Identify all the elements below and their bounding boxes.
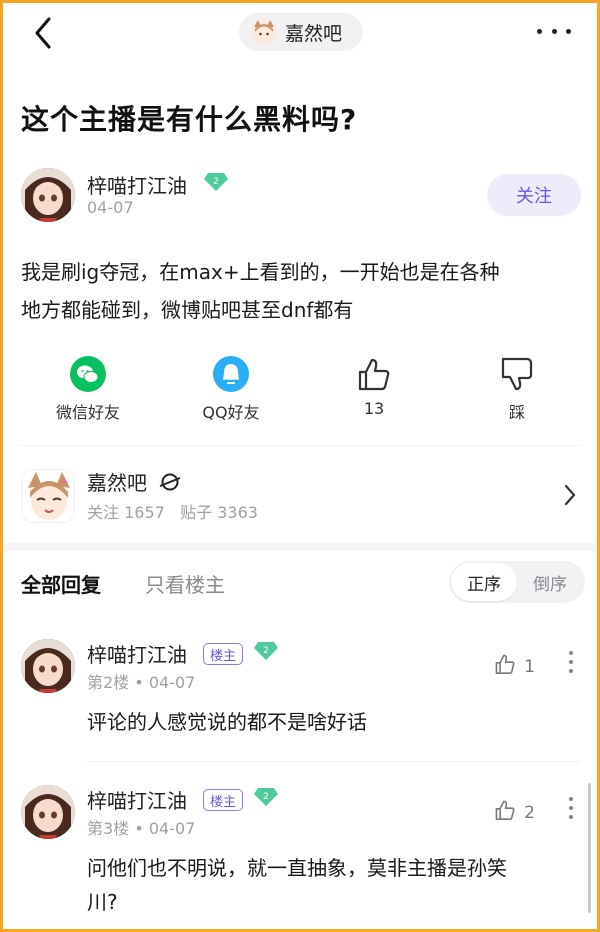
reply-more-icon[interactable] [569, 797, 575, 819]
svg-text:2: 2 [263, 792, 269, 802]
wechat-label: 微信好友 [55, 403, 120, 422]
reply-floor: 第2楼 [87, 673, 130, 692]
forum-card-name: 嘉然吧 [87, 467, 181, 498]
share-wechat-button[interactable]: 微信好友 [18, 355, 158, 423]
reply-item: 梓喵打江油 楼主 2 第2楼 • 04-07 1 评论的人感觉说的都不是啥好话 [21, 639, 585, 749]
post-body-line: 我是刷ig夺冠，在max+上看到的，一开始也是在各种 [21, 260, 500, 284]
sort-toggle: 正序 倒序 [449, 561, 585, 603]
back-icon[interactable] [29, 13, 59, 53]
wechat-icon [18, 355, 158, 393]
follow-button[interactable]: 关注 [487, 174, 581, 216]
dislike-label: 踩 [508, 403, 525, 422]
owner-badge: 楼主 [203, 789, 243, 811]
avatar[interactable] [21, 168, 75, 222]
tab-owner-only[interactable]: 只看楼主 [145, 569, 225, 598]
reply-date: 04-07 [148, 819, 196, 838]
chevron-right-icon [563, 483, 577, 511]
share-action-bar: 微信好友 QQ好友 13 踩 [3, 355, 597, 425]
reply-like-count: 2 [524, 802, 535, 823]
forum-avatar-icon [251, 19, 277, 45]
owner-badge: 楼主 [203, 643, 243, 665]
forum-card[interactable]: 嘉然吧 关注 1657 贴子 3363 [21, 465, 585, 527]
thumbs-up-icon [304, 355, 444, 393]
reply-text-line: 川? [87, 890, 118, 914]
avatar[interactable] [21, 639, 75, 693]
gem-icon: 2 [253, 641, 279, 665]
reply-meta: 第2楼 • 04-07 [87, 669, 195, 693]
dislike-button[interactable]: 踩 [447, 355, 587, 423]
reply-text: 评论的人感觉说的都不是啥好话 [87, 710, 367, 734]
divider [21, 445, 579, 446]
post-author-row: 梓喵打江油 2 04-07 关注 [21, 168, 581, 224]
like-button[interactable]: 13 [304, 355, 444, 418]
forum-pill[interactable]: 嘉然吧 [239, 13, 363, 51]
reply-author-name[interactable]: 梓喵打江油 [87, 785, 187, 814]
qq-icon [161, 355, 301, 393]
forum-follow-count: 1657 [124, 503, 165, 522]
reply-like-button[interactable]: 2 [494, 799, 535, 826]
gem-icon: 2 [203, 172, 229, 196]
reply-like-count: 1 [524, 656, 535, 677]
reply-date: 04-07 [148, 673, 196, 692]
reply-item: 梓喵打江油 楼主 2 第3楼 • 04-07 2 问他们也不明说，就一直抽象，莫… [21, 785, 585, 915]
reply-text: 问他们也不明说，就一直抽象，莫非主播是孙笑 川? [87, 851, 587, 919]
like-count: 13 [363, 399, 385, 418]
forum-follow-label: 关注 [87, 503, 120, 522]
thumbs-up-icon [494, 799, 516, 826]
forum-card-name-text: 嘉然吧 [87, 471, 147, 495]
meta-dot: • [134, 673, 149, 692]
thumbs-down-icon [447, 355, 587, 393]
avatar[interactable] [21, 785, 75, 839]
sort-asc-button[interactable]: 正序 [451, 563, 517, 601]
divider [87, 761, 579, 762]
reply-author-name[interactable]: 梓喵打江油 [87, 639, 187, 668]
reply-floor: 第3楼 [87, 819, 130, 838]
app-frame: 嘉然吧 这个主播是有什么黑料吗? 梓喵打江油 2 04-07 关注 我是刷ig夺… [0, 0, 600, 932]
svg-text:2: 2 [213, 177, 219, 187]
planet-icon [159, 471, 181, 498]
post-body-line: 地方都能碰到，微博贴吧甚至dnf都有 [21, 298, 354, 322]
reply-text-line: 问他们也不明说，就一直抽象，莫非主播是孙笑 [87, 856, 507, 880]
section-separator [3, 543, 597, 551]
tab-all-replies[interactable]: 全部回复 [21, 569, 101, 598]
forum-avatar-icon [21, 469, 75, 523]
forum-card-stats: 关注 1657 贴子 3363 [87, 499, 258, 523]
reply-more-icon[interactable] [569, 651, 575, 673]
svg-text:2: 2 [263, 646, 269, 656]
thumbs-up-icon [494, 653, 516, 680]
reply-meta: 第3楼 • 04-07 [87, 815, 195, 839]
qq-label: QQ好友 [202, 403, 260, 422]
top-bar: 嘉然吧 [3, 3, 597, 63]
post-date: 04-07 [87, 198, 134, 217]
reply-tabs: 全部回复 只看楼主 正序 倒序 [21, 561, 585, 603]
meta-dot: • [134, 819, 149, 838]
forum-pill-label: 嘉然吧 [285, 22, 343, 45]
gem-icon: 2 [253, 787, 279, 811]
forum-posts-count: 3363 [217, 503, 258, 522]
forum-posts-label: 贴子 [180, 503, 213, 522]
post-title: 这个主播是有什么黑料吗? [21, 103, 358, 136]
author-name[interactable]: 梓喵打江油 [87, 170, 187, 199]
scrollbar[interactable] [588, 783, 591, 913]
share-qq-button[interactable]: QQ好友 [161, 355, 301, 423]
sort-desc-button[interactable]: 倒序 [517, 563, 583, 601]
more-icon[interactable] [537, 19, 571, 43]
reply-like-button[interactable]: 1 [494, 653, 535, 680]
post-body: 我是刷ig夺冠，在max+上看到的，一开始也是在各种 地方都能碰到，微博贴吧甚至… [21, 253, 591, 329]
